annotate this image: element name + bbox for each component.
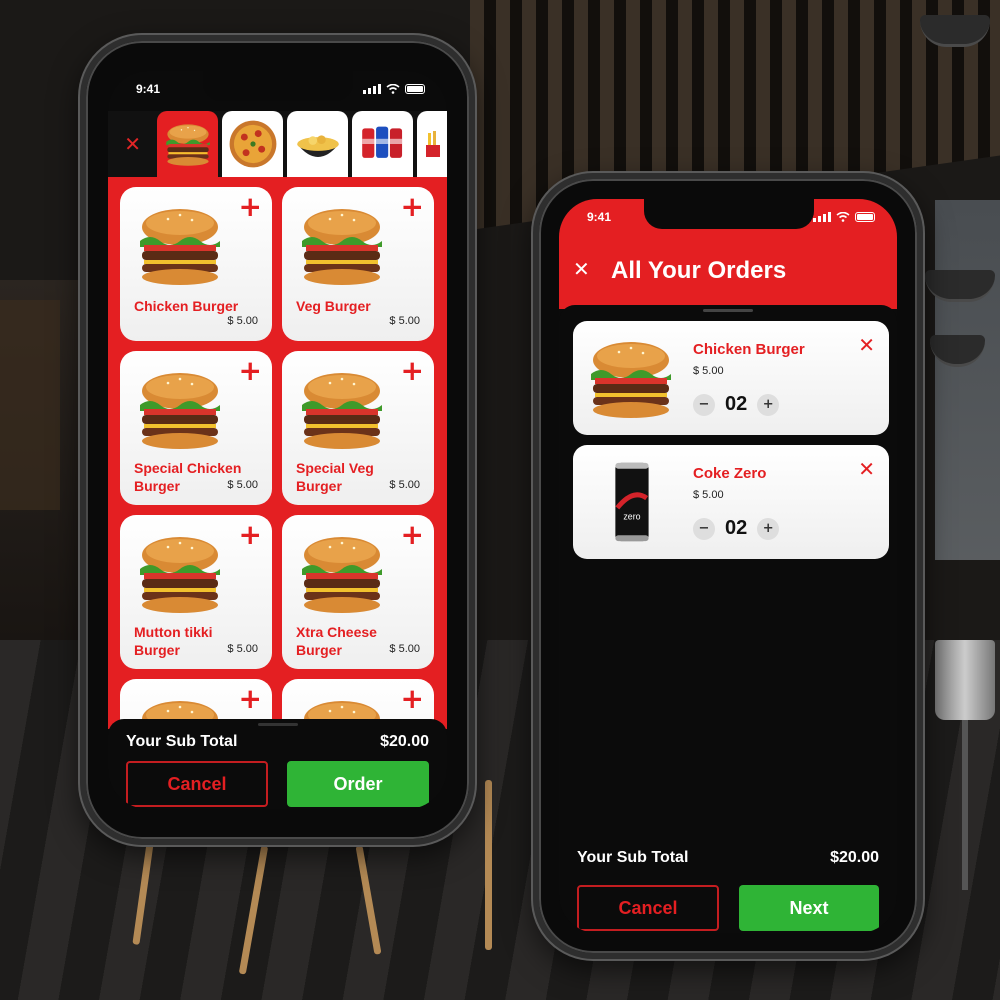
order-item-price: $ 5.00 (693, 365, 724, 377)
item-price: $ 5.00 (227, 315, 258, 327)
signal-icon (813, 212, 831, 222)
subtotal-value: $20.00 (380, 733, 429, 750)
menu-item-card[interactable]: + Special Veg Burger $ 5.00 (282, 351, 434, 505)
menu-grid: + Chicken Burger $ 5.00 + Veg Burger $ 5… (108, 177, 447, 729)
menu-item-card[interactable]: + Xtra Cheese Burger $ 5.00 (282, 515, 434, 669)
ice-bucket (935, 640, 995, 720)
status-time: 9:41 (136, 82, 161, 96)
order-item: Coke Zero $ 5.00 ✕ − 02 + (573, 445, 889, 559)
item-name: Veg Burger (296, 298, 371, 314)
battery-icon (855, 212, 875, 222)
quantity-stepper: − 02 + (693, 517, 780, 540)
chair-leg (485, 780, 492, 950)
tab-noodles[interactable] (287, 111, 349, 177)
burger-image (140, 537, 220, 613)
fork-knife-icon[interactable]: ✕ (573, 257, 590, 281)
add-icon[interactable]: + (239, 685, 262, 713)
decrement-button[interactable]: − (693, 517, 715, 540)
burger-image (302, 373, 382, 449)
order-footer: Your Sub Total $20.00 Cancel Order (108, 719, 447, 809)
burger-image (140, 209, 220, 285)
add-icon[interactable]: + (401, 521, 424, 549)
item-price: $ 5.00 (389, 315, 420, 327)
sheet-handle[interactable] (703, 309, 753, 312)
category-tabs: ✕ (108, 111, 447, 177)
item-name: Chicken Burger (134, 298, 239, 314)
quantity-stepper: − 02 + (693, 393, 780, 416)
subtotal-value: $20.00 (830, 849, 879, 866)
fork-knife-icon[interactable]: ✕ (108, 111, 157, 177)
menu-item-card[interactable]: + Mutton tikki Burger $ 5.00 (120, 515, 272, 669)
menu-item-card[interactable]: + Veg Burger $ 5.00 (282, 187, 434, 341)
burger-image (140, 373, 220, 449)
add-icon[interactable]: + (239, 193, 262, 221)
orders-list: Chicken Burger $ 5.00 ✕ − 02 + Coke Zero… (559, 305, 897, 933)
menu-item-card[interactable]: + Special Chicken Burger $ 5.00 (120, 351, 272, 505)
item-price: $ 5.00 (227, 479, 258, 491)
next-button[interactable]: Next (739, 885, 879, 931)
remove-item-icon[interactable]: ✕ (858, 333, 875, 357)
item-price: $ 5.00 (389, 643, 420, 655)
add-icon[interactable]: + (239, 521, 262, 549)
coke-can-icon (585, 459, 677, 545)
order-button[interactable]: Order (287, 761, 429, 807)
item-price: $ 5.00 (389, 479, 420, 491)
signal-icon (363, 84, 381, 94)
page-title: All Your Orders (611, 257, 787, 284)
decrement-button[interactable]: − (693, 393, 715, 416)
add-icon[interactable]: + (401, 685, 424, 713)
add-icon[interactable]: + (239, 357, 262, 385)
tab-pizza[interactable] (222, 111, 284, 177)
add-icon[interactable]: + (401, 193, 424, 221)
tab-fries[interactable] (417, 111, 447, 177)
status-time: 9:41 (587, 210, 612, 224)
increment-button[interactable]: + (757, 393, 780, 416)
wine-shelf (0, 300, 60, 510)
bucket-stand (962, 720, 968, 890)
burger-image (302, 209, 382, 285)
item-price: $ 5.00 (227, 643, 258, 655)
soda-cans-icon (362, 126, 403, 158)
fries-icon (426, 131, 441, 157)
wifi-icon (836, 212, 850, 222)
orders-screen: 9:41 ✕ All Your Orders Chicken Burger $ … (559, 199, 897, 933)
tab-burgers[interactable] (157, 111, 219, 177)
increment-button[interactable]: + (757, 517, 780, 540)
subtotal-row: Your Sub Total $20.00 (577, 849, 879, 867)
burger-icon (591, 342, 671, 418)
burger-icon (166, 124, 210, 166)
order-item-name: Chicken Burger (693, 341, 805, 358)
order-item: Chicken Burger $ 5.00 ✕ − 02 + (573, 321, 889, 435)
subtotal-row: Your Sub Total $20.00 (126, 733, 429, 751)
add-icon[interactable]: + (401, 357, 424, 385)
subtotal-label: Your Sub Total (577, 849, 689, 866)
pizza-icon (229, 120, 277, 168)
order-item-name: Coke Zero (693, 465, 767, 482)
quantity-value: 02 (725, 517, 748, 539)
cancel-button[interactable]: Cancel (126, 761, 268, 807)
window (935, 200, 1000, 560)
subtotal-label: Your Sub Total (126, 733, 238, 750)
burger-image (302, 537, 382, 613)
wifi-icon (386, 84, 400, 94)
remove-item-icon[interactable]: ✕ (858, 457, 875, 481)
noodles-icon (297, 135, 339, 157)
order-footer: Your Sub Total $20.00 Cancel Next (559, 849, 897, 931)
order-item-price: $ 5.00 (693, 489, 724, 501)
menu-phone: 9:41 ✕ + Chicken Burger $ 5.00 + Veg Bur… (80, 35, 475, 845)
notch (203, 71, 353, 101)
sheet-handle[interactable] (257, 723, 298, 726)
cancel-button[interactable]: Cancel (577, 885, 719, 931)
quantity-value: 02 (725, 393, 748, 415)
menu-screen: 9:41 ✕ + Chicken Burger $ 5.00 + Veg Bur… (108, 71, 447, 809)
menu-item-card[interactable]: + Chicken Burger $ 5.00 (120, 187, 272, 341)
tab-drinks[interactable] (352, 111, 414, 177)
battery-icon (405, 84, 425, 94)
notch (644, 199, 814, 229)
orders-phone: 9:41 ✕ All Your Orders Chicken Burger $ … (533, 173, 923, 959)
